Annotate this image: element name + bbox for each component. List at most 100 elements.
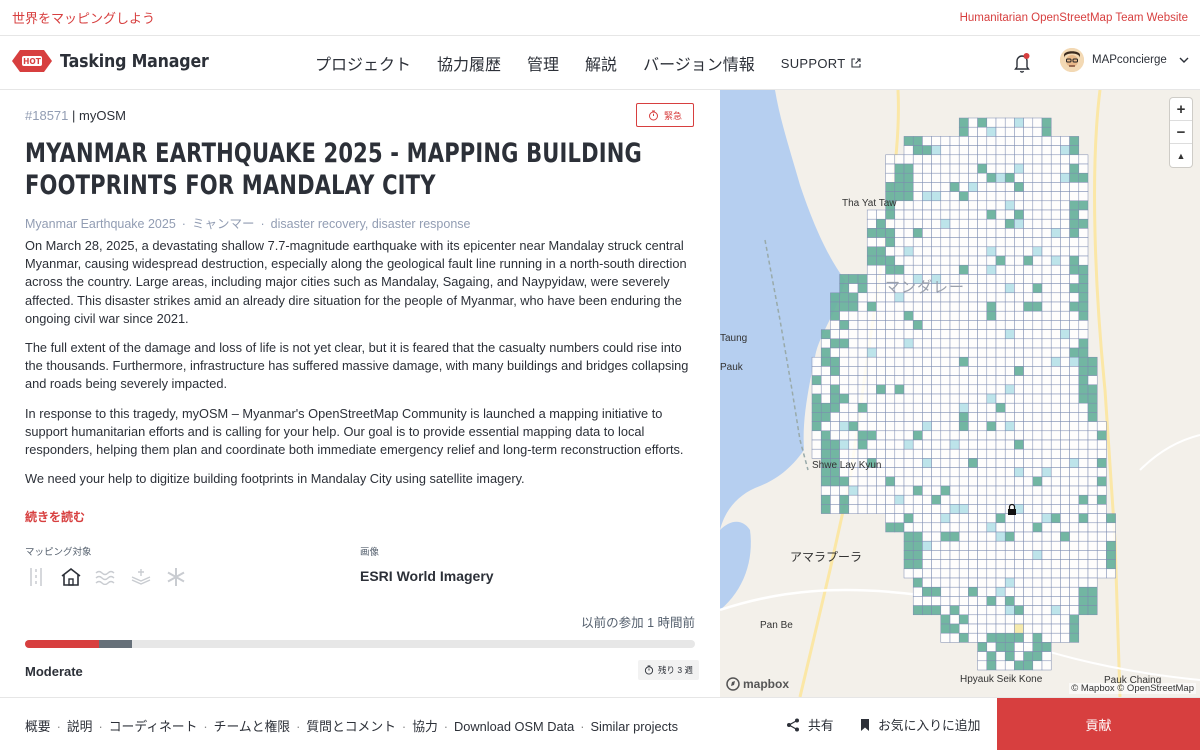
task-cell[interactable] [922,605,932,616]
task-cell[interactable] [1023,402,1034,413]
task-cell[interactable] [949,264,960,275]
task-cell[interactable] [1004,338,1015,349]
task-cell[interactable] [968,384,978,395]
task-cell[interactable] [977,356,988,367]
task-cell[interactable] [1069,577,1080,588]
task-cell[interactable] [1032,577,1043,588]
task-cell[interactable] [958,320,969,330]
task-cell[interactable] [912,209,923,220]
task-cell[interactable] [1087,531,1098,542]
task-cell[interactable] [922,329,932,340]
task-cell[interactable] [1032,329,1043,340]
task-cell[interactable] [1078,421,1089,432]
task-cell[interactable] [958,540,969,551]
task-cell[interactable] [1050,283,1061,294]
task-cell[interactable] [885,329,896,340]
task-cell[interactable] [940,338,951,349]
task-cell[interactable] [977,301,988,312]
task-cell[interactable] [811,448,822,459]
task-cell[interactable] [894,182,905,192]
task-cell[interactable] [912,550,923,560]
task-cell[interactable] [986,568,997,579]
task-cell[interactable] [995,126,1006,137]
task-cell[interactable] [1032,218,1043,229]
task-cell[interactable] [1004,586,1015,597]
task-cell[interactable] [903,366,914,376]
task-cell[interactable] [866,439,877,450]
task-cell[interactable] [885,375,896,386]
task-cell[interactable] [986,540,997,551]
task-cell[interactable] [1032,375,1043,386]
task-cell[interactable] [1069,182,1080,192]
task-cell[interactable] [885,412,896,422]
task-cell[interactable] [903,228,914,238]
task-cell[interactable] [995,568,1006,579]
task-cell[interactable] [1060,467,1070,478]
task-cell[interactable] [903,402,914,413]
task-cell[interactable] [1069,531,1080,542]
task-cell[interactable] [820,494,831,505]
task-cell[interactable] [1060,228,1070,238]
task-cell[interactable] [1060,485,1070,496]
task-cell[interactable] [1032,642,1043,652]
task-cell[interactable] [1060,384,1070,395]
task-cell[interactable] [1041,458,1052,468]
task-cell[interactable] [866,301,877,312]
task-cell[interactable] [820,375,831,386]
task-cell[interactable] [968,191,978,202]
task-cell[interactable] [986,642,997,652]
task-cell[interactable] [1032,136,1043,146]
task-cell[interactable] [977,375,988,386]
task-cell[interactable] [995,651,1006,662]
task-cell[interactable] [1041,605,1052,616]
task-cell[interactable] [1106,540,1116,551]
task-cell[interactable] [958,458,969,468]
task-cell[interactable] [968,485,978,496]
task-cell[interactable] [1041,301,1052,312]
task-cell[interactable] [968,522,978,533]
task-cell[interactable] [995,356,1006,367]
task-cell[interactable] [968,402,978,413]
task-cell[interactable] [1069,218,1080,229]
task-cell[interactable] [977,614,988,625]
task-cell[interactable] [1096,540,1107,551]
task-cell[interactable] [903,467,914,478]
task-cell[interactable] [968,605,978,616]
task-cell[interactable] [995,540,1006,551]
task-cell[interactable] [986,586,997,597]
task-cell[interactable] [1014,145,1024,156]
task-cell[interactable] [949,366,960,376]
task-cell[interactable] [894,209,905,220]
task-cell[interactable] [977,384,988,395]
task-cell[interactable] [931,228,942,238]
task-cell[interactable] [885,458,896,468]
task-cell[interactable] [830,402,840,413]
task-cell[interactable] [995,522,1006,533]
task-cell[interactable] [903,540,914,551]
task-cell[interactable] [922,494,932,505]
task-cell[interactable] [876,246,886,257]
task-cell[interactable] [912,182,923,192]
task-cell[interactable] [958,237,969,248]
task-cell[interactable] [1041,448,1052,459]
task-cell[interactable] [977,596,988,606]
task-cell[interactable] [839,320,850,330]
task-cell[interactable] [1032,596,1043,606]
task-cell[interactable] [1014,347,1024,358]
task-cell[interactable] [1041,393,1052,404]
task-cell[interactable] [1050,550,1061,560]
task-cell[interactable] [1078,320,1089,330]
task-cell[interactable] [876,218,886,229]
task-cell[interactable] [1032,182,1043,192]
task-cell[interactable] [1014,154,1024,165]
task-cell[interactable] [986,310,997,321]
task-cell[interactable] [1060,559,1070,570]
task-cell[interactable] [931,586,942,597]
task-cell[interactable] [876,255,886,266]
task-cell[interactable] [1050,347,1061,358]
task-cell[interactable] [986,274,997,284]
task-cell[interactable] [940,448,951,459]
task-cell[interactable] [894,448,905,459]
task-cell[interactable] [903,439,914,450]
task-cell[interactable] [1032,338,1043,349]
